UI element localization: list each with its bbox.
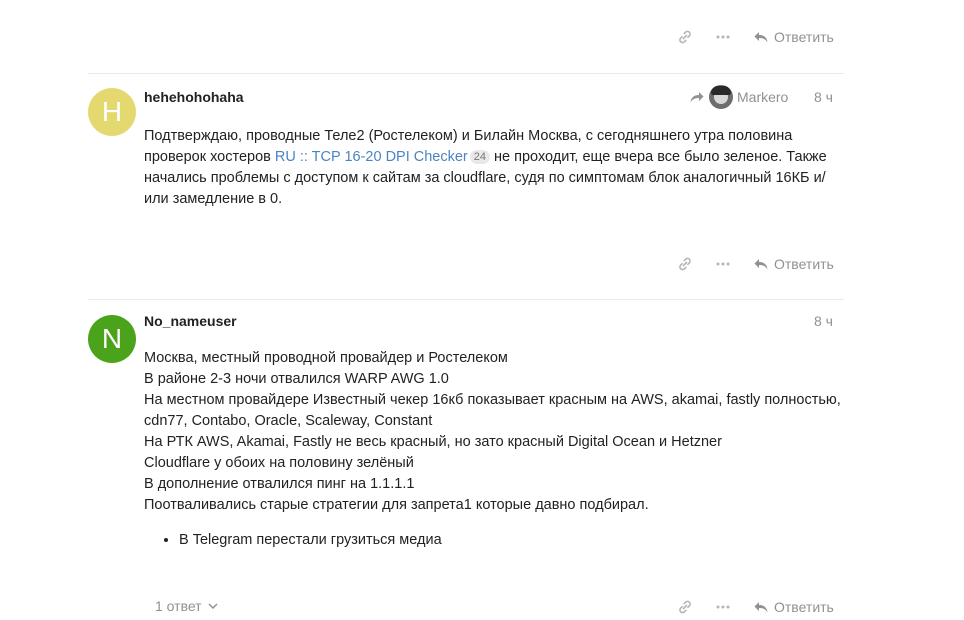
post-line: Cloudflare у обоих на половину зелёный	[144, 455, 414, 471]
avatar[interactable]: H	[88, 88, 136, 136]
post-line: В дополнение отвалился пинг на 1.1.1.1	[144, 476, 415, 492]
post-actions-top: Ответить	[0, 24, 844, 50]
copy-link-button[interactable]	[677, 594, 693, 620]
post-actions: Ответить	[0, 251, 844, 277]
post-body: Москва, местный проводной провайдер и Ро…	[144, 348, 844, 551]
post-actions: Ответить	[0, 594, 844, 620]
ellipsis-icon	[716, 605, 730, 609]
list-item: В Telegram перестали грузиться медиа	[179, 530, 844, 551]
link-icon	[679, 600, 691, 614]
link-click-count-badge: 24	[469, 150, 491, 164]
post-line: Москва, местный проводной провайдер и Ро…	[144, 350, 508, 366]
post-line: На РТК AWS, Akamai, Fastly не весь красн…	[144, 434, 722, 450]
reply-to-indicator[interactable]: Markero	[689, 85, 788, 109]
avatar-letter: N	[101, 323, 123, 354]
ellipsis-icon	[716, 262, 730, 266]
post-body: Подтверждаю, проводные Теле2 (Ростелеком…	[144, 126, 844, 210]
avatar-letter: H	[101, 96, 123, 127]
username[interactable]: No_nameuser	[144, 313, 237, 329]
post-line: Поотваливались старые стратегии для запр…	[144, 497, 649, 513]
reply-icon	[754, 259, 768, 270]
post-line: В районе 2-3 ночи отвалился WARP AWG 1.0	[144, 371, 449, 387]
reply-button-label: Ответить	[774, 256, 834, 272]
reply-icon	[754, 602, 768, 613]
reply-button[interactable]: Ответить	[753, 24, 834, 50]
reply-to-arrow-icon	[690, 92, 704, 103]
post-line: На местном провайдере Известный чекер 16…	[144, 392, 841, 429]
avatar[interactable]: N	[88, 315, 136, 363]
reply-to-avatar	[709, 85, 733, 109]
reply-to-username: Markero	[737, 89, 789, 105]
post-date[interactable]: 8 ч	[814, 89, 833, 105]
more-options-button[interactable]	[716, 594, 730, 620]
more-options-button[interactable]	[716, 251, 730, 277]
reply-button[interactable]: Ответить	[753, 251, 834, 277]
more-options-button[interactable]	[716, 24, 730, 50]
reply-button[interactable]: Ответить	[753, 594, 834, 620]
reply-button-label: Ответить	[774, 599, 834, 615]
topic-link[interactable]: RU :: TCP 16-20 DPI Checker	[275, 149, 468, 165]
reply-button-label: Ответить	[774, 29, 834, 45]
link-icon	[679, 30, 691, 44]
post-paragraph: Подтверждаю, проводные Теле2 (Ростелеком…	[144, 128, 827, 207]
copy-link-button[interactable]	[677, 251, 693, 277]
ellipsis-icon	[716, 35, 730, 39]
post-date[interactable]: 8 ч	[814, 313, 833, 329]
post-divider	[88, 299, 844, 300]
post-divider	[88, 73, 844, 74]
bullet-list: В Telegram перестали грузиться медиа	[144, 530, 844, 551]
copy-link-button[interactable]	[677, 24, 693, 50]
username[interactable]: hehehohohaha	[144, 89, 244, 105]
reply-icon	[754, 32, 768, 43]
link-icon	[679, 257, 691, 271]
